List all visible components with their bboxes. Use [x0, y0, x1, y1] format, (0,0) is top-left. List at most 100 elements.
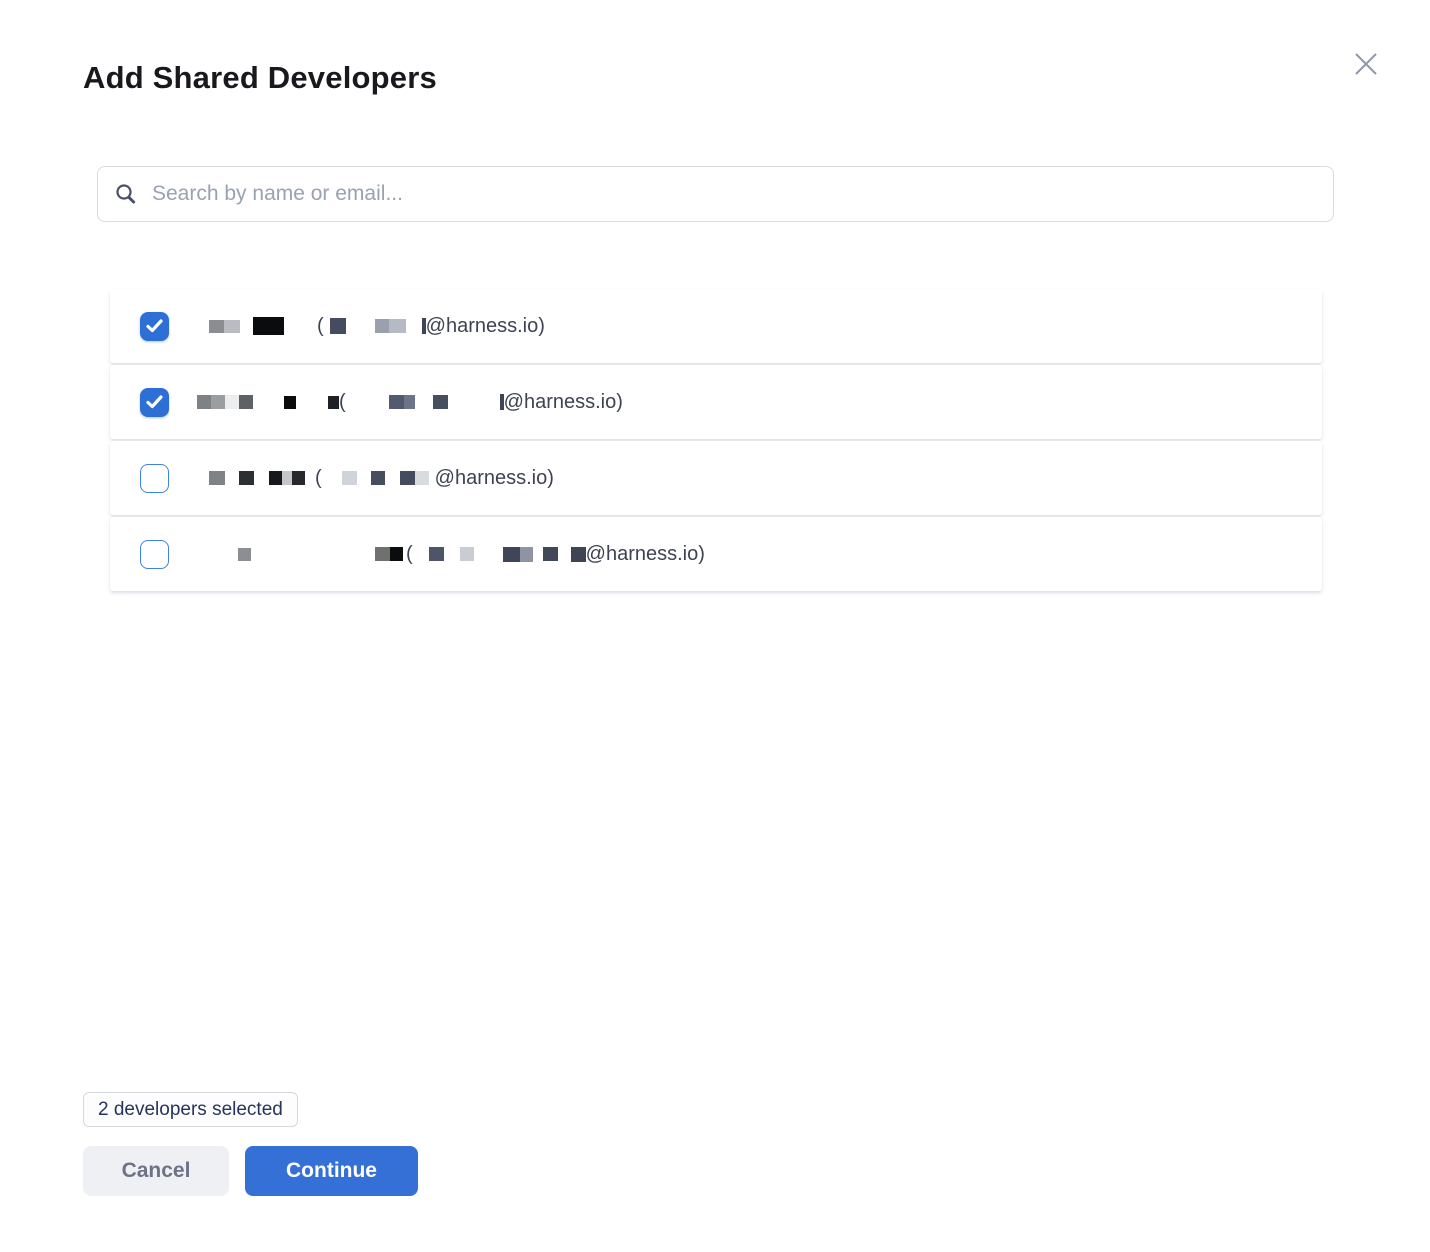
continue-button[interactable]: Continue	[245, 1146, 418, 1196]
redacted-gap	[305, 478, 315, 479]
developer-list: ( @harness.io) ( @harness.io) ( @harness.io…	[110, 289, 1322, 593]
redacted-segment	[211, 395, 225, 409]
developer-row[interactable]: (@harness.io)	[110, 441, 1322, 515]
developer-email-text: (	[406, 543, 413, 566]
redacted-text-block	[433, 395, 448, 409]
developer-email-text: @harness.io)	[586, 543, 705, 566]
redacted-gap	[346, 326, 375, 327]
redacted-segment	[433, 395, 448, 409]
developer-label: (@harness.io)	[197, 391, 623, 414]
selected-count-badge: 2 developers selected	[83, 1092, 298, 1127]
redacted-segment	[400, 471, 415, 485]
redacted-gap	[197, 554, 238, 555]
developer-checkbox[interactable]	[140, 540, 169, 569]
developer-email-text: @harness.io)	[426, 315, 545, 338]
developer-checkbox[interactable]	[140, 388, 169, 417]
redacted-gap	[296, 402, 328, 403]
redacted-segment	[282, 471, 292, 485]
redacted-text-block	[389, 395, 415, 409]
redacted-segment	[330, 318, 346, 334]
redacted-segment	[225, 395, 239, 409]
redacted-text-block	[209, 320, 240, 333]
redacted-segment	[342, 471, 357, 485]
developer-checkbox[interactable]	[140, 312, 169, 341]
search-input[interactable]	[152, 182, 1317, 206]
developer-email-text: (	[315, 467, 322, 490]
redacted-segment	[269, 471, 282, 485]
redacted-segment	[239, 395, 253, 409]
redacted-segment	[253, 317, 284, 335]
redacted-segment	[404, 395, 415, 409]
close-icon	[1352, 50, 1380, 78]
close-button[interactable]	[1350, 48, 1382, 80]
cancel-button[interactable]: Cancel	[83, 1146, 229, 1196]
redacted-gap	[197, 326, 209, 327]
developer-row[interactable]: (@harness.io)	[110, 365, 1322, 439]
redacted-text-block	[330, 318, 346, 334]
redacted-text-block	[543, 547, 558, 561]
developer-row[interactable]: ( @harness.io)	[110, 289, 1322, 363]
redacted-gap	[558, 554, 571, 555]
redacted-text-block	[375, 319, 406, 333]
redacted-segment	[415, 471, 429, 485]
redacted-gap	[240, 326, 253, 327]
redacted-gap	[322, 478, 342, 479]
redacted-text-block	[197, 395, 253, 409]
redacted-gap	[225, 478, 239, 479]
redacted-segment	[389, 395, 404, 409]
redacted-segment	[238, 548, 251, 561]
dialog-title: Add Shared Developers	[83, 60, 437, 96]
redacted-gap	[357, 478, 371, 479]
redacted-gap	[415, 402, 433, 403]
redacted-segment	[543, 547, 558, 561]
developer-email-text: @harness.io)	[504, 391, 623, 414]
redacted-segment	[239, 471, 254, 485]
redacted-text-block	[371, 471, 385, 485]
search-icon	[114, 182, 138, 206]
redacted-segment	[284, 396, 296, 409]
developer-checkbox[interactable]	[140, 464, 169, 493]
redacted-segment	[429, 547, 444, 561]
redacted-gap	[448, 402, 500, 403]
redacted-text-block	[209, 471, 225, 485]
redacted-segment	[571, 547, 586, 562]
redacted-text-block	[503, 547, 533, 562]
redacted-gap	[533, 554, 543, 555]
redacted-segment	[224, 320, 240, 333]
redacted-gap	[251, 554, 375, 555]
redacted-text-block	[269, 471, 305, 485]
redacted-segment	[292, 471, 305, 485]
redacted-gap	[253, 402, 284, 403]
redacted-gap	[284, 326, 317, 327]
developer-email-text: (	[317, 315, 324, 338]
redacted-gap	[385, 478, 400, 479]
redacted-segment	[460, 547, 474, 561]
redacted-text-block	[375, 547, 403, 561]
redacted-gap	[346, 402, 389, 403]
add-shared-developers-dialog: Add Shared Developers (@harness.i	[0, 0, 1430, 1252]
redacted-gap	[406, 326, 422, 327]
redacted-segment	[389, 319, 406, 333]
redacted-text-block	[460, 547, 474, 561]
redacted-segment	[371, 471, 385, 485]
redacted-segment	[390, 547, 403, 561]
redacted-text-block	[328, 396, 339, 409]
redacted-segment	[503, 547, 520, 562]
redacted-text-block	[400, 471, 429, 485]
redacted-segment	[375, 547, 390, 561]
developer-row[interactable]: ( @harness.io)	[110, 517, 1322, 591]
redacted-text-block	[571, 547, 586, 562]
search-box	[97, 166, 1334, 222]
developer-label: ( @harness.io)	[197, 543, 705, 566]
redacted-segment	[328, 396, 339, 409]
redacted-segment	[209, 320, 224, 333]
developer-label: ( @harness.io)	[197, 315, 545, 338]
redacted-gap	[413, 554, 429, 555]
redacted-text-block	[429, 547, 444, 561]
checkmark-icon	[146, 395, 163, 409]
redacted-text-block	[238, 548, 251, 561]
redacted-gap	[254, 478, 269, 479]
redacted-text-block	[253, 317, 284, 335]
redacted-gap	[444, 554, 460, 555]
redacted-segment	[197, 395, 211, 409]
